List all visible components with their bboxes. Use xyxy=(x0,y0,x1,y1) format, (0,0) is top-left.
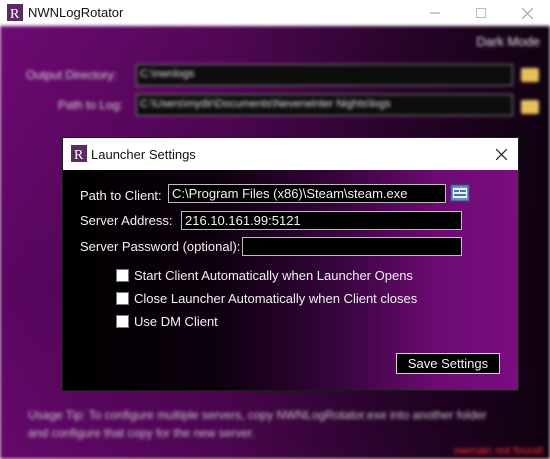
folder-icon[interactable] xyxy=(521,68,539,82)
dialog-body: Path to Client: C:\Program Files (x86)\S… xyxy=(63,170,518,390)
close-icon xyxy=(522,8,533,19)
folder-icon[interactable] xyxy=(521,100,539,114)
checkbox[interactable] xyxy=(116,269,129,282)
output-directory-label: Output Directory: xyxy=(26,68,117,82)
browse-file-icon[interactable] xyxy=(450,184,470,202)
nwn-r-logo-icon: R xyxy=(71,145,87,167)
svg-text:R: R xyxy=(74,148,84,162)
nwn-r-logo-icon: R xyxy=(7,4,23,26)
dialog-close-button[interactable] xyxy=(484,138,518,170)
close-icon xyxy=(496,149,507,160)
dialog-title: Launcher Settings xyxy=(91,147,196,162)
minimize-icon xyxy=(430,12,440,14)
checkbox-label: Use DM Client xyxy=(134,314,218,329)
status-text: nwmain not found! xyxy=(454,445,544,457)
maximize-icon xyxy=(476,8,486,18)
maximize-button[interactable] xyxy=(458,0,504,26)
checkbox[interactable] xyxy=(116,315,129,328)
close-button[interactable] xyxy=(504,0,550,26)
main-titlebar: R NWNLogRotator xyxy=(0,0,550,26)
save-settings-button[interactable]: Save Settings xyxy=(396,353,500,374)
path-to-log-input[interactable]: C:\Users\mydir\Documents\Neverwinter Nig… xyxy=(136,94,513,116)
launcher-settings-dialog: R Launcher Settings Path to Client: C:\P… xyxy=(62,137,519,391)
checkbox-label: Close Launcher Automatically when Client… xyxy=(134,291,418,306)
minimize-button[interactable] xyxy=(412,0,458,26)
dialog-titlebar: R Launcher Settings xyxy=(63,138,518,170)
path-to-client-input[interactable]: C:\Program Files (x86)\Steam\steam.exe xyxy=(168,184,446,203)
checkbox-label: Start Client Automatically when Launcher… xyxy=(134,268,413,283)
checkbox[interactable] xyxy=(116,292,129,305)
path-to-client-label: Path to Client: xyxy=(80,188,162,203)
usage-tip: Usage Tip: To configure multiple servers… xyxy=(28,408,487,440)
window-title: NWNLogRotator xyxy=(28,5,124,20)
server-password-label: Server Password (optional): xyxy=(80,239,241,254)
server-address-input[interactable]: 216.10.161.99:5121 xyxy=(181,211,462,230)
server-address-label: Server Address: xyxy=(80,213,173,228)
output-directory-input[interactable]: C:\nwnlogs xyxy=(136,64,513,86)
dark-mode-toggle[interactable]: Dark Mode xyxy=(476,34,540,49)
server-password-input[interactable] xyxy=(242,237,462,256)
path-to-log-label: Path to Log: xyxy=(58,98,123,112)
svg-text:R: R xyxy=(10,7,20,21)
